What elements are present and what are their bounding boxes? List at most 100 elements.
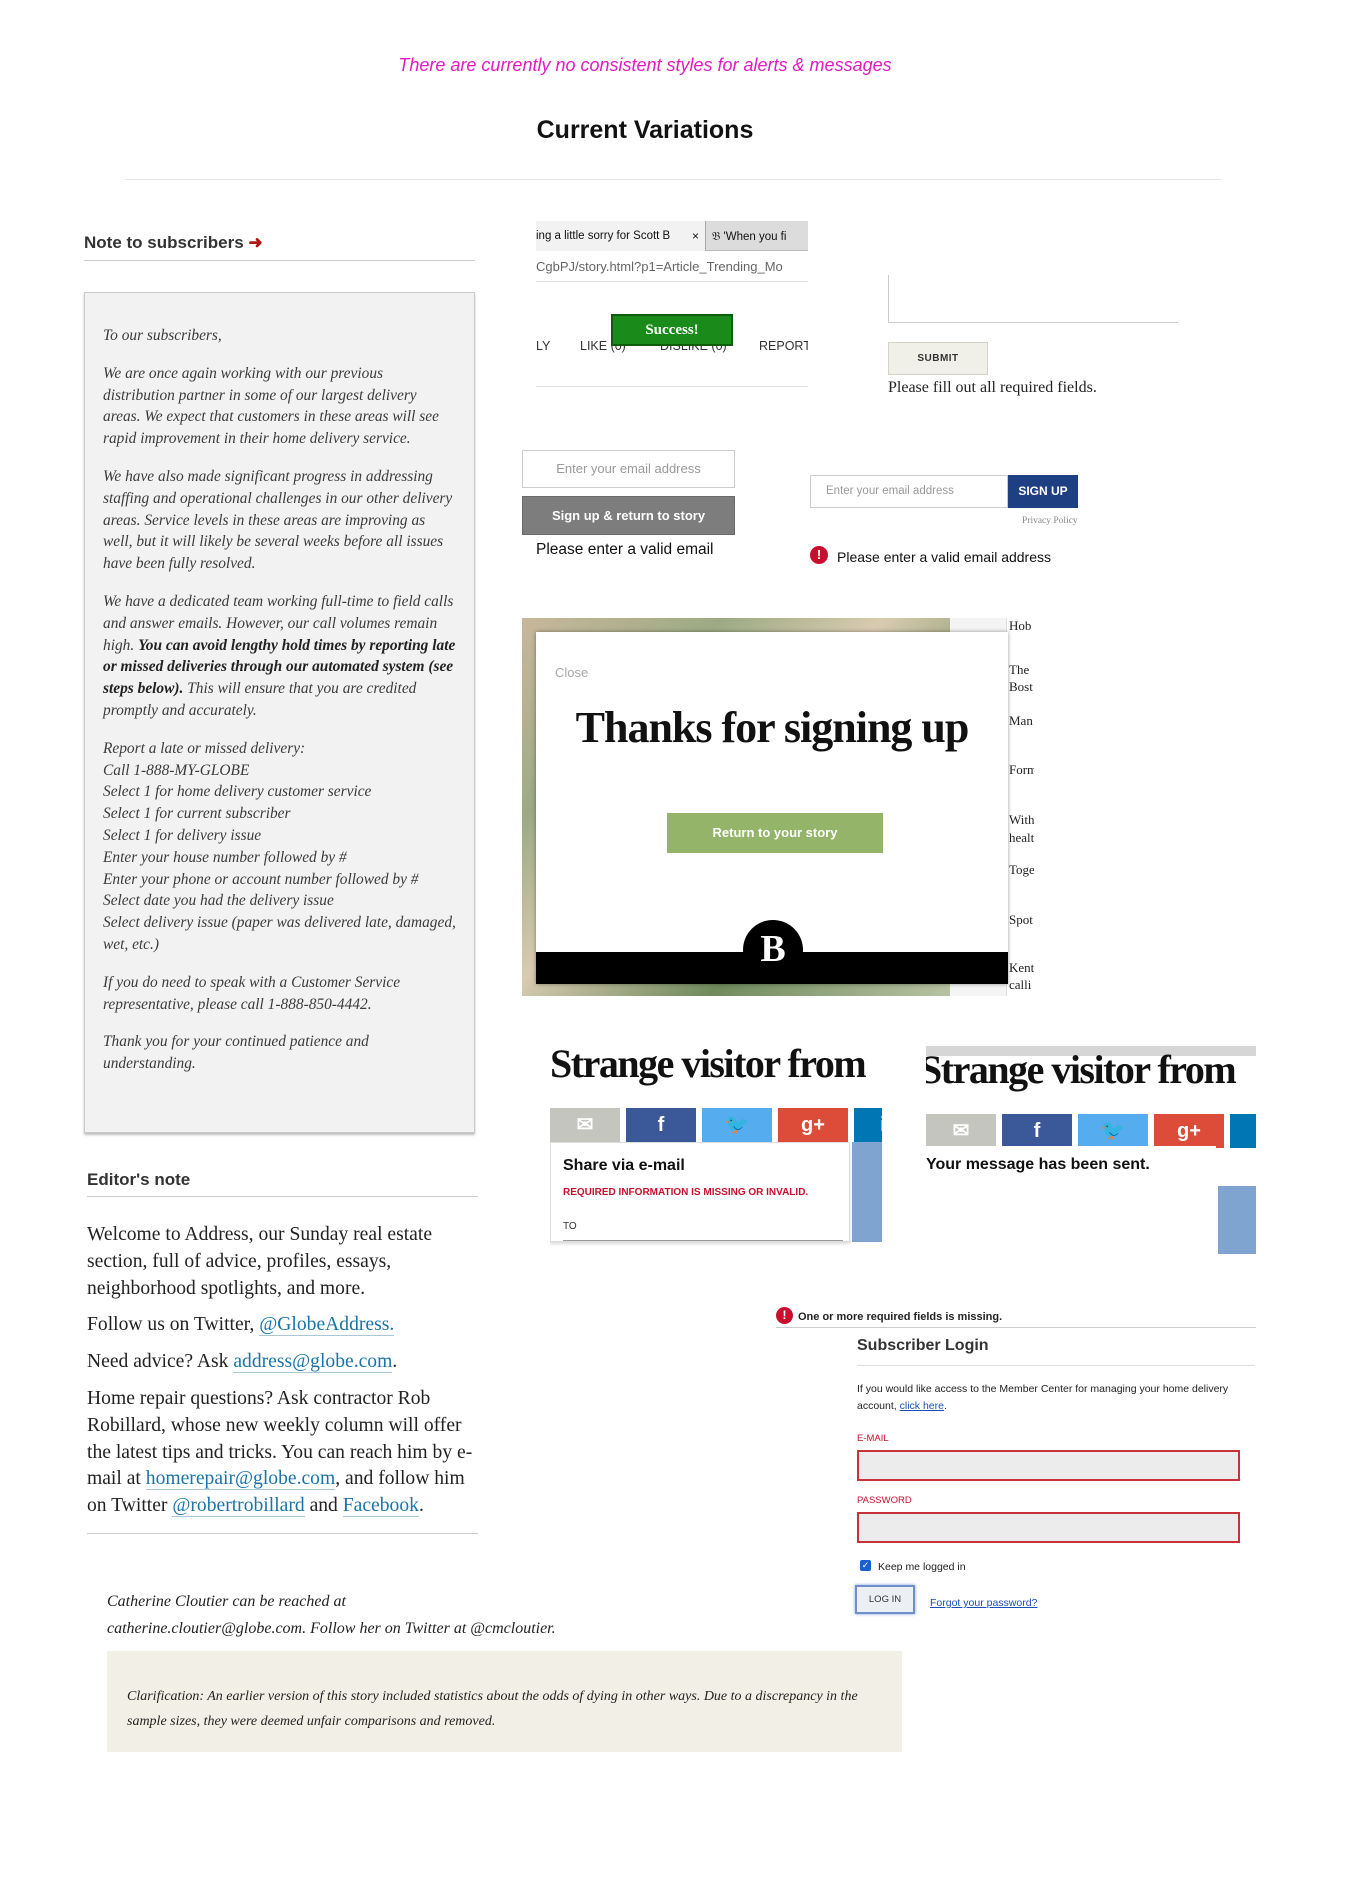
message-sent-confirmation: Your message has been sent.	[926, 1156, 1150, 1173]
forgot-password-link[interactable]: Forgot your password?	[930, 1597, 1037, 1609]
text: Need advice? Ask	[87, 1351, 229, 1373]
step: Select 1 for home delivery customer serv…	[103, 783, 372, 801]
share-email-error-example: Strange visitor from ✉ f 🐦 g+ in Share v…	[550, 1040, 882, 1246]
share-error-message: REQUIRED INFORMATION IS MISSING OR INVAL…	[563, 1187, 809, 1198]
email-field[interactable]	[857, 1450, 1240, 1481]
twitter-icon[interactable]: 🐦	[702, 1108, 772, 1142]
action-link[interactable]: LY	[536, 339, 550, 353]
login-error-message: One or more required fields is missing.	[798, 1311, 1003, 1323]
email-link[interactable]: homerepair@globe.com	[145, 1468, 336, 1491]
text-field[interactable]	[888, 275, 1178, 323]
globe-logo-icon: 𝔅	[712, 229, 721, 243]
step: Select 1 for delivery issue	[103, 826, 262, 844]
note-heading: Note to subscribers ➜	[84, 233, 263, 253]
required-fields-message: Please fill out all required fields.	[888, 379, 1097, 396]
email-input[interactable]: Enter your email address	[522, 450, 735, 488]
email-input[interactable]: Enter your email address	[810, 475, 1008, 508]
success-alert-example: ing a little sorry for Scott B × 𝔅 'When…	[536, 221, 808, 387]
article-snippet: Form	[1009, 762, 1034, 777]
address-bar[interactable]: CgbPJ/story.html?p1=Article_Trending_Mo	[536, 252, 808, 282]
linkedin-icon[interactable]: in	[854, 1108, 882, 1142]
divider	[84, 260, 475, 261]
text: .	[392, 1351, 398, 1373]
editors-note-paragraph: Home repair questions? Ask contractor Ro…	[87, 1386, 479, 1520]
text: Follow us on Twitter,	[87, 1314, 255, 1336]
submit-button[interactable]: SUBMIT	[888, 342, 988, 375]
article-snippet: Hob	[1009, 618, 1032, 633]
step: Select delivery issue (paper was deliver…	[103, 914, 456, 953]
password-field[interactable]	[857, 1512, 1240, 1543]
thanks-modal: Close Thanks for signing up Return to yo…	[536, 632, 1008, 984]
step: Select 1 for current subscriber	[103, 805, 291, 823]
article-snippet: Bost	[1009, 679, 1033, 694]
panel-title: Share via e-mail	[563, 1157, 685, 1174]
editors-note-paragraph: Need advice? Ask address@globe.com.	[87, 1349, 479, 1376]
browser-tab[interactable]: ing a little sorry for Scott B ×	[536, 221, 706, 251]
article-headline: Strange visitor from	[926, 1047, 1237, 1092]
signup-modal-example: Hob The Bost Man Form With healt Toge Sp…	[522, 618, 1034, 996]
browser-tab-bar: ing a little sorry for Scott B × 𝔅 'When…	[536, 221, 808, 251]
login-title: Subscriber Login	[857, 1337, 989, 1354]
article-snippet: Man	[1009, 713, 1033, 728]
divider	[857, 1365, 1255, 1366]
divider	[87, 1533, 478, 1534]
mail-icon[interactable]: ✉	[550, 1108, 620, 1142]
article-snippet: healt	[1009, 830, 1034, 845]
text: .	[943, 1399, 947, 1412]
twitter-link[interactable]: @robertrobillard	[172, 1495, 305, 1518]
step: Enter your phone or account number follo…	[103, 870, 419, 888]
share-buttons: ✉ f 🐦 g+ in	[926, 1114, 1256, 1148]
success-toast: Success!	[611, 314, 733, 346]
member-center-link[interactable]: click here	[900, 1400, 944, 1412]
facebook-link[interactable]: Facebook	[342, 1495, 419, 1518]
arrow-right-icon: ➜	[248, 233, 263, 252]
mail-icon[interactable]: ✉	[926, 1114, 996, 1148]
step: Select date you had the delivery issue	[103, 892, 334, 910]
privacy-policy-link[interactable]: Privacy Policy	[1022, 516, 1078, 526]
browser-tab[interactable]: 𝔅 'When you fi	[712, 221, 808, 251]
note-steps: Report a late or missed delivery: Call 1…	[103, 738, 456, 956]
divider	[125, 179, 1221, 180]
twitter-link[interactable]: @GlobeAddress.	[259, 1314, 395, 1337]
close-icon[interactable]: ×	[692, 221, 699, 251]
tab-title: ing a little sorry for Scott B	[536, 230, 671, 242]
subscriber-note-box: To our subscribers, We are once again wo…	[84, 292, 475, 1133]
note-paragraph: We are once again working with our previ…	[103, 364, 439, 448]
report-link[interactable]: REPORT	[759, 339, 808, 353]
error-icon: !	[810, 546, 828, 564]
divider	[87, 1196, 478, 1197]
facebook-icon[interactable]: f	[626, 1108, 696, 1142]
editors-note-paragraph: Welcome to Address, our Sunday real esta…	[87, 1224, 433, 1299]
facebook-icon[interactable]: f	[1002, 1114, 1072, 1148]
linkedin-icon[interactable]: in	[1230, 1114, 1256, 1148]
google-plus-icon[interactable]: g+	[778, 1108, 848, 1142]
signup-return-button[interactable]: Sign up & return to story	[522, 496, 735, 535]
email-link[interactable]: address@globe.com	[233, 1351, 393, 1374]
article-snippet: With	[1009, 812, 1034, 827]
note-paragraph: If you do need to speak with a Customer …	[103, 973, 401, 1013]
divider	[776, 1327, 1256, 1328]
author-contact: Catherine Cloutier can be reached at cat…	[107, 1588, 667, 1642]
modal-title: Thanks for signing up	[575, 703, 970, 752]
background-article-list: Hob The Bost Man Form With healt Toge Sp…	[1006, 618, 1034, 996]
email-label: E-MAIL	[857, 1433, 889, 1444]
email-error-message: Please enter a valid email	[536, 541, 714, 558]
share-buttons: ✉ f 🐦 g+ in	[550, 1108, 882, 1142]
article-snippet: The	[1009, 662, 1030, 677]
text: Catherine Cloutier can be reached at	[107, 1593, 346, 1610]
twitter-icon[interactable]: 🐦	[1078, 1114, 1148, 1148]
password-label: PASSWORD	[857, 1495, 912, 1506]
clarification-text: Clarification: An earlier version of thi…	[127, 1689, 858, 1729]
email-error-message: Please enter a valid email address	[837, 549, 1052, 565]
return-to-story-button[interactable]: Return to your story	[667, 813, 883, 853]
signup-button[interactable]: SIGN UP	[1008, 475, 1078, 508]
intro-note: There are currently no consistent styles…	[398, 55, 892, 75]
keep-logged-in-checkbox[interactable]: ✓	[860, 1560, 871, 1571]
share-email-panel: Your message has been sent.	[926, 1146, 1216, 1206]
close-button[interactable]: Close	[555, 665, 588, 680]
background-image	[852, 1142, 882, 1242]
login-button[interactable]: LOG IN	[855, 1585, 915, 1614]
to-field[interactable]	[563, 1240, 843, 1241]
error-icon: !	[776, 1307, 793, 1324]
google-plus-icon[interactable]: g+	[1154, 1114, 1224, 1148]
